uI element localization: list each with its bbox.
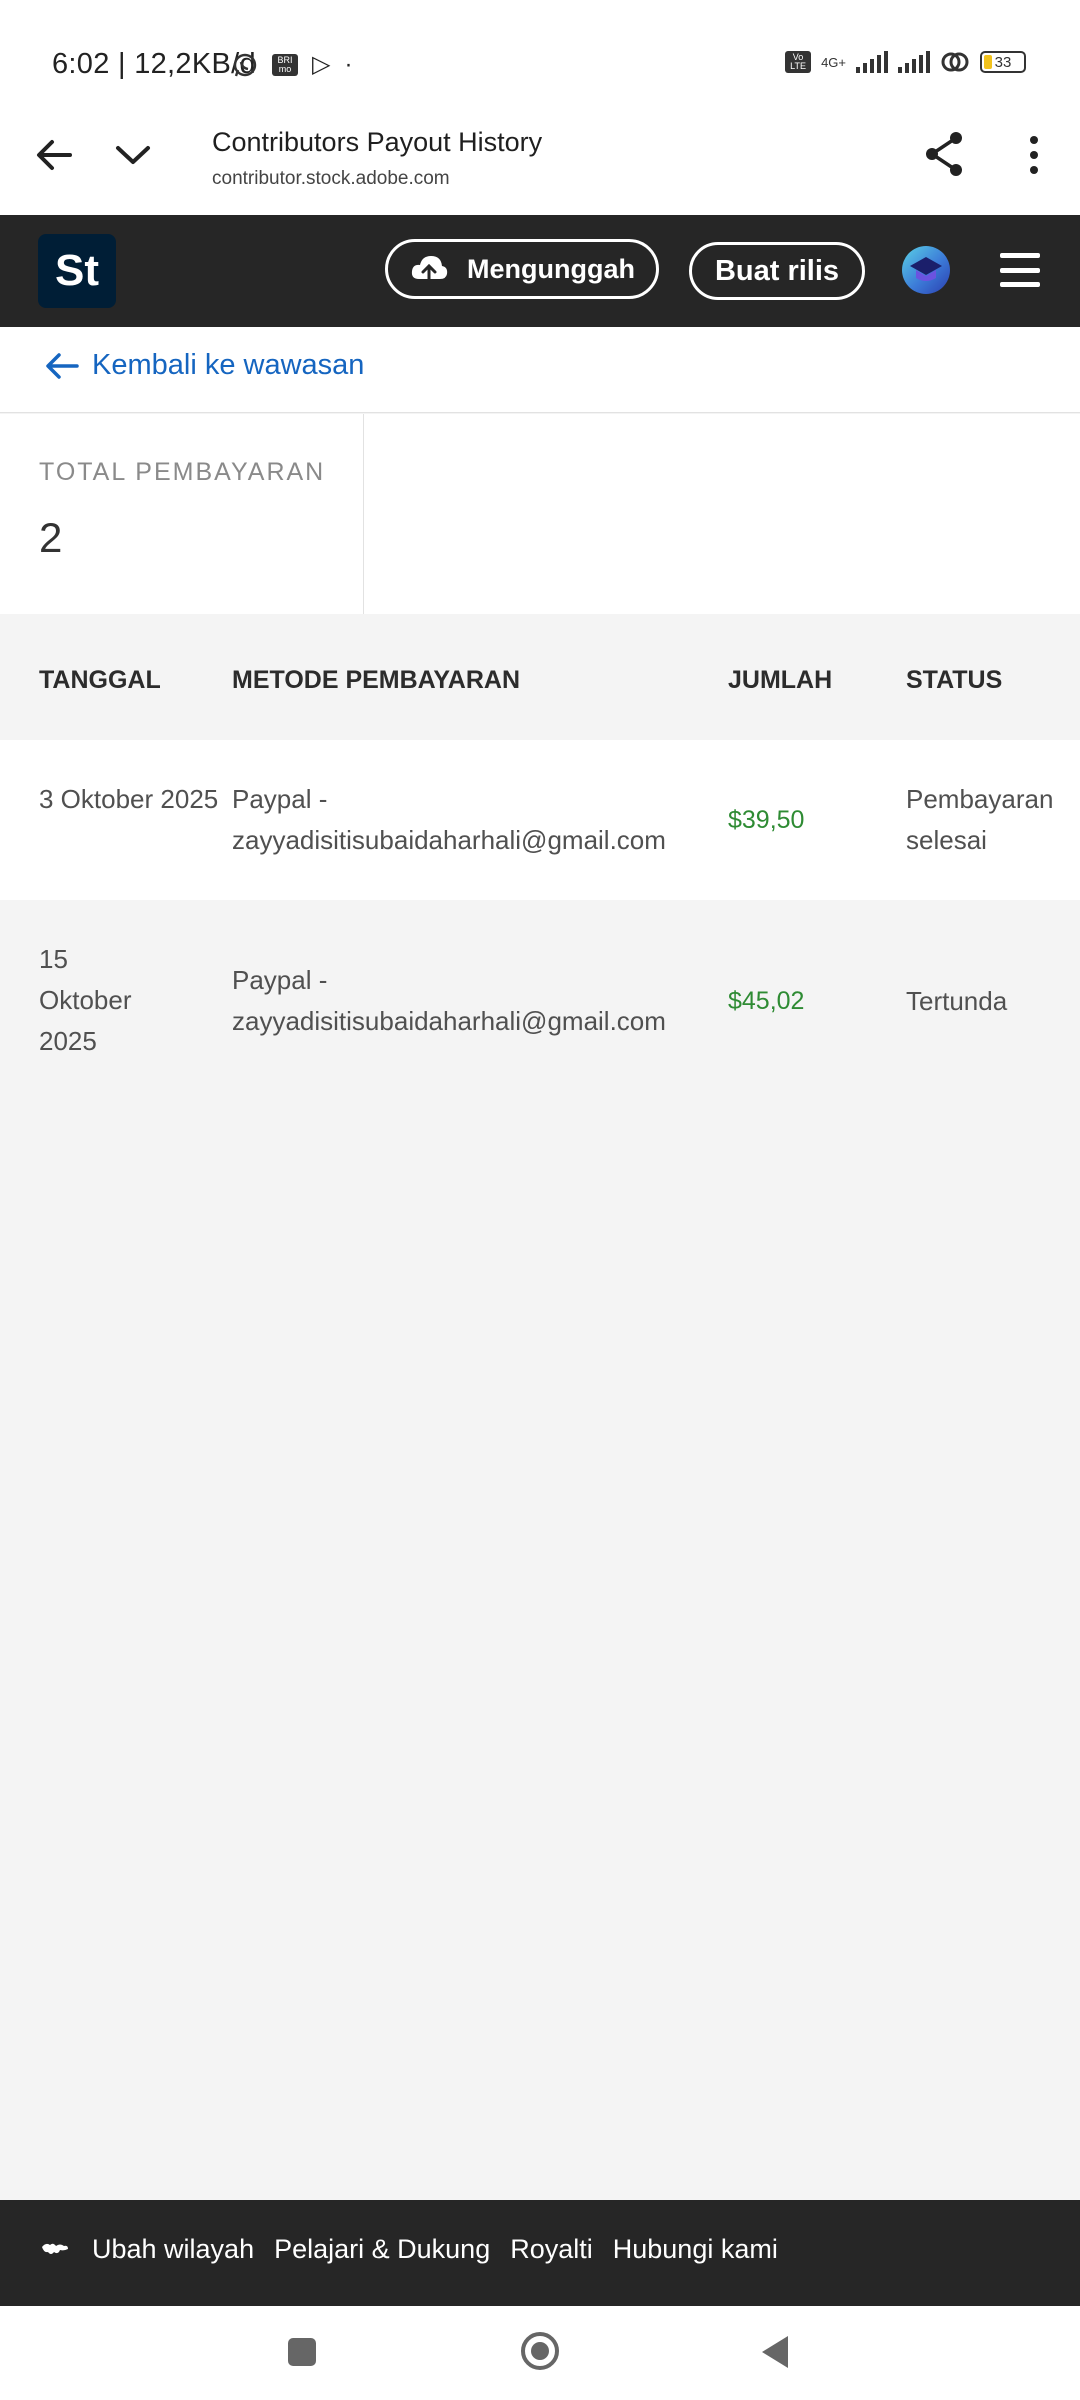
globe-icon bbox=[42, 2243, 68, 2254]
play-icon: ▷ bbox=[312, 51, 331, 78]
volte-icon: Vo LTE bbox=[785, 51, 812, 73]
battery-level: 33 bbox=[994, 53, 1012, 71]
avatar-image bbox=[910, 257, 942, 281]
payout-table: TANGGAL METODE PEMBAYARAN JUMLAH STATUS … bbox=[0, 614, 1080, 1100]
adobe-stock-logo[interactable]: St bbox=[38, 234, 116, 308]
site-footer: Ubah wilayah Pelajari & Dukung Royalti H… bbox=[0, 2200, 1080, 2306]
total-payouts-label: TOTAL PEMBAYARAN bbox=[39, 458, 326, 486]
status-notification-icons: BRI mo ▷ · bbox=[232, 50, 352, 79]
column-header-status[interactable]: STATUS bbox=[906, 666, 1002, 695]
cell-amount: $45,02 bbox=[728, 987, 805, 1015]
footer-link-change-region[interactable]: Ubah wilayah bbox=[92, 2234, 254, 2265]
signal-icon bbox=[856, 51, 888, 73]
app-header: St Mengunggah Buat rilis bbox=[0, 215, 1080, 327]
footer-link-learn-support[interactable]: Pelajari & Dukung bbox=[274, 2234, 490, 2265]
table-row: 3 Oktober 2025 Paypal - zayyadisitisubai… bbox=[0, 740, 1080, 900]
back-arrow-icon[interactable] bbox=[30, 130, 80, 180]
cell-date: 15 Oktober 2025 bbox=[39, 944, 132, 1056]
dot-icon: · bbox=[344, 50, 353, 78]
footer-link-royalties[interactable]: Royalti bbox=[510, 2234, 593, 2265]
more-vert-icon[interactable] bbox=[1024, 130, 1044, 180]
signal-icon-2 bbox=[898, 51, 930, 73]
battery-icon: 33 bbox=[980, 51, 1026, 73]
total-payouts-card: TOTAL PEMBAYARAN 2 bbox=[0, 414, 364, 614]
cell-date: 3 Oktober 2025 bbox=[39, 784, 219, 814]
column-header-method[interactable]: METODE PEMBAYARAN bbox=[232, 666, 520, 695]
table-row: 15 Oktober 2025 Paypal - zayyadisitisuba… bbox=[0, 900, 1080, 1100]
page-title: Contributors Payout History bbox=[212, 127, 543, 157]
home-button[interactable] bbox=[521, 2332, 559, 2370]
status-time: 6:02 | 12,2KB/d bbox=[52, 48, 256, 80]
system-nav-bar bbox=[0, 2306, 1080, 2400]
page-url[interactable]: contributor.stock.adobe.com bbox=[212, 168, 450, 190]
back-to-insights-link[interactable]: Kembali ke wawasan bbox=[44, 349, 364, 382]
footer-link-contact[interactable]: Hubungi kami bbox=[613, 2234, 778, 2265]
network-type-label: 4G+ bbox=[821, 54, 846, 70]
chevron-down-icon[interactable] bbox=[108, 130, 158, 180]
cell-status: Tertunda bbox=[906, 986, 1008, 1016]
back-row: Kembali ke wawasan bbox=[0, 327, 1080, 413]
upload-cloud-icon bbox=[411, 256, 448, 283]
upload-label: Mengunggah bbox=[467, 253, 635, 284]
cell-method: Paypal - zayyadisitisubaidaharhali@gmail… bbox=[232, 784, 666, 855]
column-header-date[interactable]: TANGGAL bbox=[39, 666, 161, 695]
hamburger-menu-icon[interactable] bbox=[1000, 253, 1040, 287]
recent-apps-button[interactable] bbox=[288, 2338, 316, 2366]
cell-method: Paypal - zayyadisitisubaidaharhali@gmail… bbox=[232, 965, 666, 1036]
share-icon[interactable] bbox=[920, 128, 970, 180]
upload-button[interactable]: Mengunggah bbox=[385, 239, 659, 299]
system-back-button[interactable] bbox=[762, 2336, 788, 2368]
column-header-amount[interactable]: JUMLAH bbox=[728, 666, 832, 695]
avatar[interactable] bbox=[902, 246, 950, 294]
footer-links: Ubah wilayah Pelajari & Dukung Royalti H… bbox=[40, 2234, 778, 2265]
back-arrow-icon bbox=[46, 352, 79, 379]
create-release-button[interactable]: Buat rilis bbox=[689, 242, 865, 300]
cell-status: Pembayaran selesai bbox=[906, 784, 1054, 855]
sim-app-icon: BRI mo bbox=[272, 53, 298, 76]
back-link-label: Kembali ke wawasan bbox=[92, 349, 365, 381]
total-payouts-value: 2 bbox=[39, 514, 63, 561]
cell-amount: $39,50 bbox=[728, 806, 805, 834]
status-system-icons: Vo LTE 4G+ 33 bbox=[785, 50, 1026, 74]
payout-summary: TOTAL PEMBAYARAN 2 bbox=[0, 414, 1080, 614]
browser-toolbar: Contributors Payout History contributor.… bbox=[0, 100, 1080, 215]
hotspot-link-icon bbox=[941, 52, 969, 72]
whatsapp-icon bbox=[233, 53, 257, 76]
table-header: TANGGAL METODE PEMBAYARAN JUMLAH STATUS bbox=[0, 614, 1080, 740]
